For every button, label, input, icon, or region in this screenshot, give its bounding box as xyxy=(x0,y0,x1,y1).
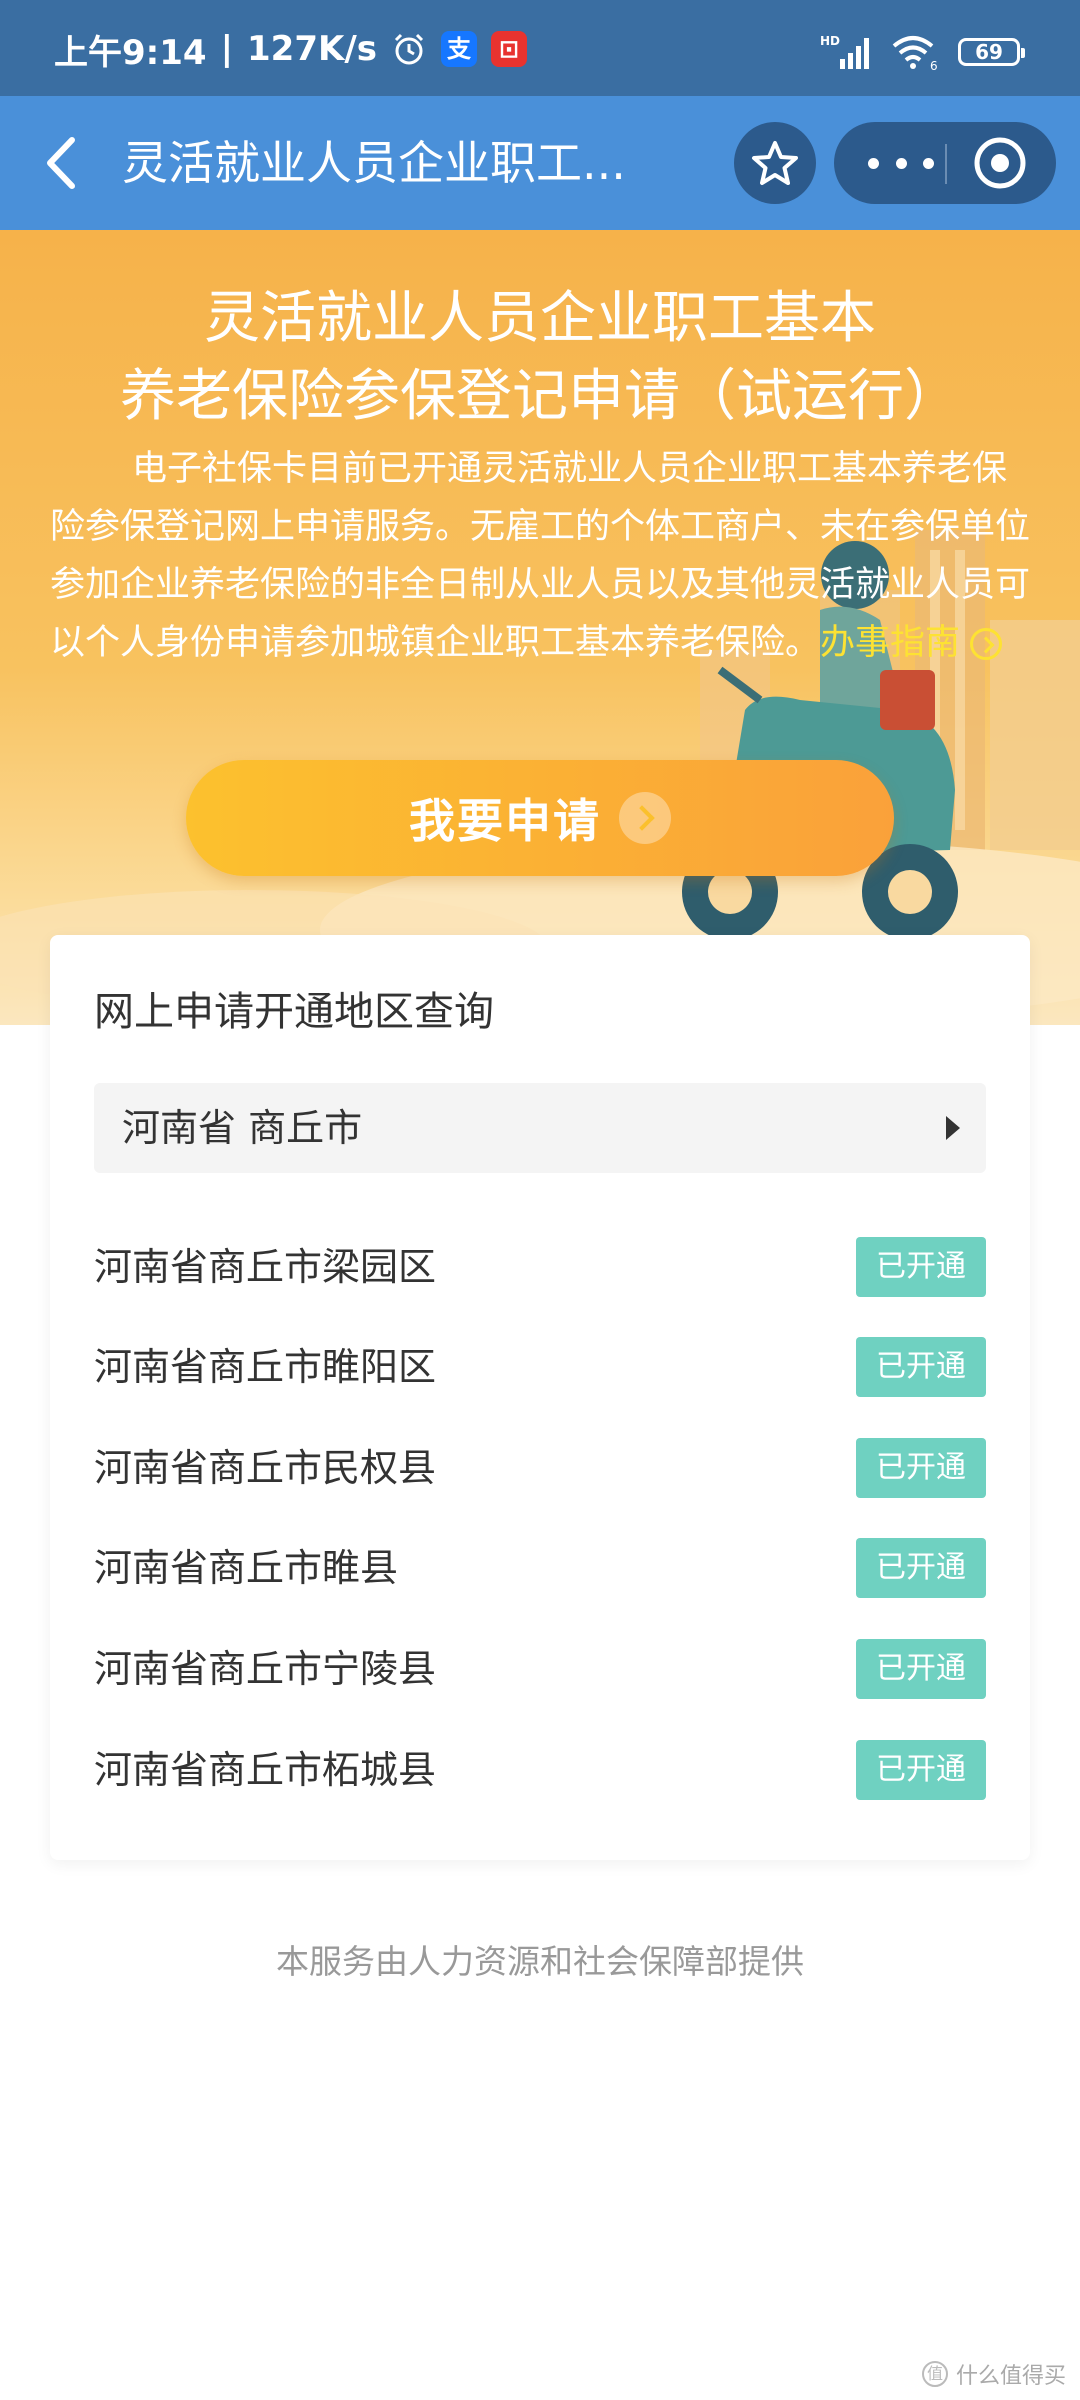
nav-bar: 灵活就业人员企业职工... xyxy=(0,96,1080,230)
close-miniapp-icon[interactable] xyxy=(972,135,1028,191)
status-separator: | xyxy=(220,29,233,69)
region-name: 河南省商丘市梁园区 xyxy=(94,1245,437,1289)
status-badge: 已开通 xyxy=(856,1740,986,1800)
capsule-divider xyxy=(945,144,947,184)
wifi-label: 6 xyxy=(930,59,938,71)
status-bar-right: HD 6 69 xyxy=(820,30,1025,74)
guide-link[interactable]: 办事指南 xyxy=(820,623,1003,663)
more-button[interactable] xyxy=(868,148,934,178)
circle-arrow-right-icon[interactable] xyxy=(970,628,1003,660)
battery-icon: 69 xyxy=(958,38,1025,66)
status-badge: 已开通 xyxy=(856,1639,986,1699)
back-button[interactable] xyxy=(34,128,94,198)
watermark: 值 什么值得买 xyxy=(921,2358,1066,2390)
more-dot-icon xyxy=(895,157,907,169)
status-badge: 已开通 xyxy=(856,1337,986,1397)
miniapp-capsule xyxy=(834,122,1056,204)
region-name: 河南省商丘市宁陵县 xyxy=(94,1647,437,1691)
status-badge: 已开通 xyxy=(856,1538,986,1598)
banner-title-line1: 灵活就业人员企业职工基本 xyxy=(204,286,876,351)
status-time: 上午9:14 xyxy=(54,32,207,73)
region-query-card: 网上申请开通地区查询 河南省 商丘市 河南省商丘市梁园区 已开通 河南省商丘市睢… xyxy=(50,935,1030,1860)
service-provider-footer: 本服务由人力资源和社会保障部提供 xyxy=(276,1942,804,1981)
region-list-item: 河南省商丘市睢阳区 已开通 xyxy=(94,1335,986,1399)
region-list-item: 河南省商丘市梁园区 已开通 xyxy=(94,1235,986,1299)
status-network-speed: 127K/s xyxy=(247,29,377,69)
status-bar-left: 上午9:14 | 127K/s 支 ⊡ xyxy=(54,24,527,74)
region-selector-value[interactable]: 河南省 商丘市 xyxy=(122,1083,362,1173)
status-badge: 已开通 xyxy=(856,1438,986,1498)
region-name: 河南省商丘市睢阳区 xyxy=(94,1345,437,1389)
banner-description: 电子社保卡目前已开通灵活就业人员企业职工基本养老保险参保登记网上申请服务。无雇工… xyxy=(50,440,1035,672)
signal-label: HD xyxy=(820,34,840,48)
caret-right-icon[interactable] xyxy=(946,1116,960,1140)
signal-icon: HD xyxy=(820,34,869,69)
apply-button-label[interactable]: 我要申请 xyxy=(409,785,601,851)
more-dot-icon xyxy=(868,157,879,169)
region-query-title: 网上申请开通地区查询 xyxy=(94,989,494,1035)
circle-arrow-right-icon[interactable] xyxy=(619,792,671,844)
more-dot-icon xyxy=(923,157,934,169)
alarm-icon xyxy=(394,33,424,65)
region-list-item: 河南省商丘市民权县 已开通 xyxy=(94,1436,986,1500)
app-notification-icon: ⊡ xyxy=(490,31,527,67)
alipay-icon: 支 xyxy=(440,31,477,67)
status-bar: 上午9:14 | 127K/s 支 ⊡ HD 6 69 xyxy=(0,0,1080,96)
region-name: 河南省商丘市柘城县 xyxy=(94,1748,437,1792)
apply-button[interactable]: 我要申请 xyxy=(186,760,894,876)
region-list-item: 河南省商丘市睢县 已开通 xyxy=(94,1536,986,1600)
guide-link-label[interactable]: 办事指南 xyxy=(820,623,960,663)
region-name: 河南省商丘市民权县 xyxy=(94,1446,437,1490)
chevron-left-icon xyxy=(47,137,75,189)
region-selector[interactable]: 河南省 商丘市 xyxy=(94,1083,986,1173)
watermark-logo-icon: 值 xyxy=(921,2361,948,2387)
banner: 灵活就业人员企业职工基本 养老保险参保登记申请（试运行） 电子社保卡目前已开通灵… xyxy=(0,230,1080,1025)
star-icon xyxy=(752,141,798,185)
banner-title-line2: 养老保险参保登记申请（试运行） xyxy=(120,364,960,429)
status-badge: 已开通 xyxy=(856,1237,986,1297)
region-list-item: 河南省商丘市宁陵县 已开通 xyxy=(94,1637,986,1701)
watermark-text: 什么值得买 xyxy=(955,2364,1066,2389)
region-list-item: 河南省商丘市柘城县 已开通 xyxy=(94,1738,986,1802)
page-title: 灵活就业人员企业职工... xyxy=(122,136,626,190)
wifi-icon: 6 xyxy=(892,36,938,71)
favorite-button[interactable] xyxy=(734,122,816,204)
region-name: 河南省商丘市睢县 xyxy=(94,1546,399,1590)
banner-title: 灵活就业人员企业职工基本 养老保险参保登记申请（试运行） xyxy=(0,280,1080,436)
